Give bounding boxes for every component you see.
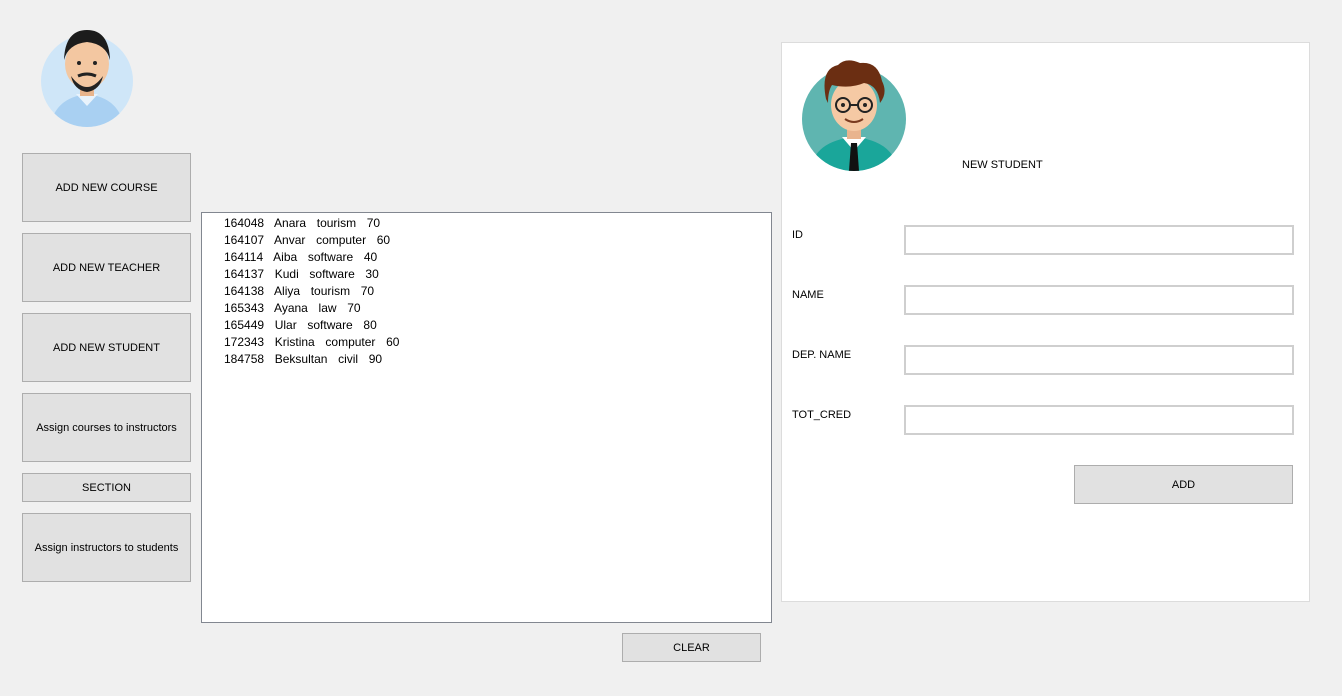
student-list[interactable]: 164048 Anara tourism 70 164107 Anvar com… bbox=[201, 212, 772, 623]
list-item[interactable]: 164114 Aiba software 40 bbox=[224, 249, 771, 266]
list-item[interactable]: 164107 Anvar computer 60 bbox=[224, 232, 771, 249]
add-new-course-button[interactable]: ADD NEW COURSE bbox=[22, 153, 191, 222]
clear-button[interactable]: CLEAR bbox=[622, 633, 761, 662]
id-field[interactable] bbox=[904, 225, 1294, 255]
add-new-teacher-button[interactable]: ADD NEW TEACHER bbox=[22, 233, 191, 302]
list-item[interactable]: 165449 Ular software 80 bbox=[224, 317, 771, 334]
admin-avatar bbox=[40, 26, 134, 128]
dep-name-field[interactable] bbox=[904, 345, 1294, 375]
form-title: NEW STUDENT bbox=[962, 159, 1043, 171]
name-field[interactable] bbox=[904, 285, 1294, 315]
add-new-student-button[interactable]: ADD NEW STUDENT bbox=[22, 313, 191, 382]
student-avatar bbox=[802, 59, 906, 171]
list-item[interactable]: 172343 Kristina computer 60 bbox=[224, 334, 771, 351]
section-button[interactable]: SECTION bbox=[22, 473, 191, 502]
list-item[interactable]: 164138 Aliya tourism 70 bbox=[224, 283, 771, 300]
id-label: ID bbox=[792, 229, 803, 241]
assign-courses-to-instructors-button[interactable]: Assign courses to instructors bbox=[22, 393, 191, 462]
add-button[interactable]: ADD bbox=[1074, 465, 1293, 504]
student-with-glasses-avatar-icon bbox=[802, 60, 906, 171]
list-item[interactable]: 164137 Kudi software 30 bbox=[224, 266, 771, 283]
tot-cred-field[interactable] bbox=[904, 405, 1294, 435]
new-student-panel: NEW STUDENT ID NAME DEP. NAME TOT_CRED A… bbox=[781, 42, 1310, 602]
list-item[interactable]: 165343 Ayana law 70 bbox=[224, 300, 771, 317]
tot-cred-label: TOT_CRED bbox=[792, 409, 852, 421]
bearded-man-avatar-icon bbox=[41, 30, 133, 127]
list-item[interactable]: 184758 Beksultan civil 90 bbox=[224, 351, 771, 368]
dep-name-label: DEP. NAME bbox=[792, 349, 852, 361]
name-label: NAME bbox=[792, 289, 824, 301]
assign-instructors-to-students-button[interactable]: Assign instructors to students bbox=[22, 513, 191, 582]
list-item[interactable]: 164048 Anara tourism 70 bbox=[224, 215, 771, 232]
